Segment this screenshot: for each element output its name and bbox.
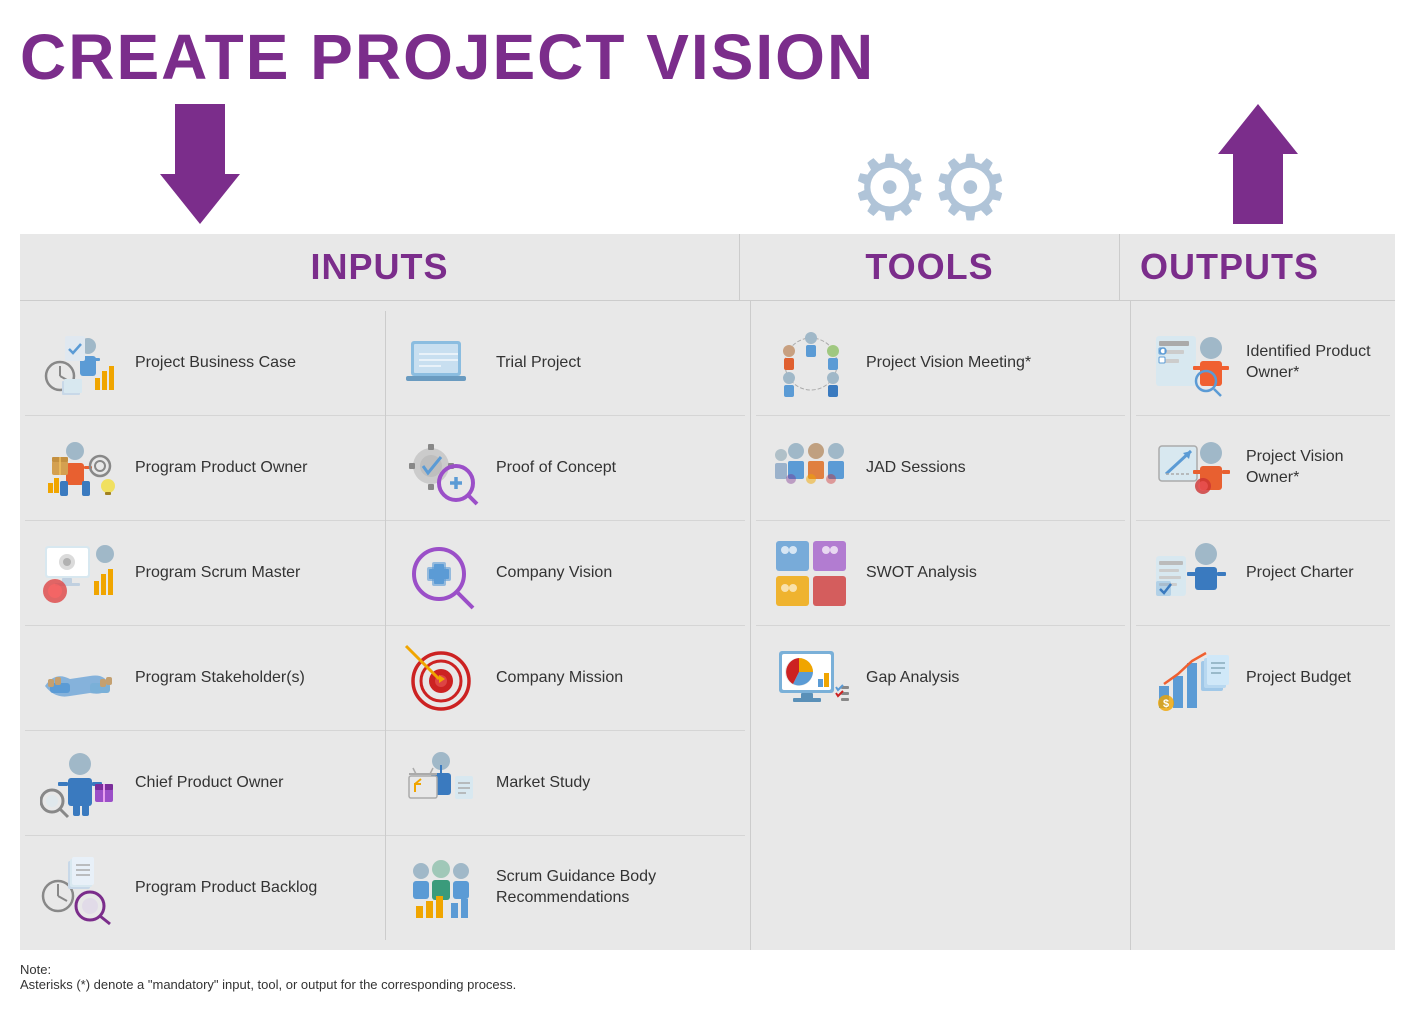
project-charter-label: Project Charter [1246,563,1354,584]
proof-of-concept-icon [396,428,486,508]
list-item: Proof of Concept [386,415,745,520]
project-vision-meeting-icon [766,323,856,403]
chief-product-owner-label: Chief Product Owner [135,773,284,794]
header-row: INPUTS TOOLS OUTPUTS [20,234,1395,300]
list-item: Trial Project [386,311,745,415]
trial-project-label: Trial Project [496,353,581,374]
project-vision-meeting-label: Project Vision Meeting* [866,353,1031,374]
list-item: Project Charter [1136,520,1390,625]
company-vision-label: Company Vision [496,563,612,584]
project-budget-label: Project Budget [1246,668,1351,689]
arrows-row: ⚙⚙ [20,104,1395,234]
outputs-header: OUTPUTS [1120,234,1339,300]
trial-project-icon [396,323,486,403]
company-mission-label: Company Mission [496,668,623,689]
market-study-icon [396,743,486,823]
inputs-left: Project Business Case [25,311,385,940]
page-title: CREATE PROJECT VISION [20,20,1395,94]
swot-analysis-label: SWOT Analysis [866,563,977,584]
company-mission-icon [396,638,486,718]
tools-column: Project Vision Meeting* [751,301,1131,950]
proof-of-concept-label: Proof of Concept [496,458,616,479]
project-charter-icon [1146,533,1236,613]
outputs-column: Identified Product Owner* [1131,301,1395,950]
scrum-guidance-label: Scrum Guidance BodyRecommendations [496,867,656,909]
chief-product-owner-icon [35,743,125,823]
list-item: JAD Sessions [756,415,1125,520]
list-item: Program Scrum Master [25,520,385,625]
content-area: Project Business Case [20,300,1395,950]
company-vision-icon [396,533,486,613]
project-budget-icon: $ [1146,638,1236,718]
program-product-backlog-label: Program Product Backlog [135,878,317,899]
inputs-right: Trial Project [385,311,745,940]
project-vision-owner-label: Project Vision Owner* [1246,447,1380,489]
swot-analysis-icon [766,533,856,613]
list-item: SWOT Analysis [756,520,1125,625]
note-section: Note: Asterisks (*) denote a "mandatory"… [20,962,1395,992]
list-item: Project Business Case [25,311,385,415]
project-business-case-icon [35,323,125,403]
program-product-backlog-icon [35,848,125,928]
list-item: Program Product Owner [25,415,385,520]
gap-analysis-icon [766,638,856,718]
jad-sessions-icon [766,428,856,508]
inputs-column: Project Business Case [20,301,751,950]
identified-product-owner-label: Identified Product Owner* [1246,342,1380,384]
list-item: Market Study [386,730,745,835]
list-item: Project Vision Owner* [1136,415,1390,520]
list-item: Gap Analysis [756,625,1125,730]
program-scrum-master-label: Program Scrum Master [135,563,300,584]
svg-text:$: $ [1163,698,1169,710]
program-product-owner-icon [35,428,125,508]
inputs-header: INPUTS [20,234,740,300]
program-product-owner-label: Program Product Owner [135,458,308,479]
list-item: Company Vision [386,520,745,625]
program-scrum-master-icon [35,533,125,613]
output-arrow-up [1218,104,1298,224]
tools-header: TOOLS [740,234,1120,300]
list-item: Chief Product Owner [25,730,385,835]
jad-sessions-label: JAD Sessions [866,458,966,479]
gears-icon: ⚙⚙ [849,144,1010,234]
input-arrow-down [160,104,240,224]
list-item: Company Mission [386,625,745,730]
list-item: Identified Product Owner* [1136,311,1390,415]
list-item: $ Project Budget [1136,625,1390,730]
program-stakeholders-label: Program Stakeholder(s) [135,668,305,689]
list-item: Program Product Backlog [25,835,385,940]
list-item: Program Stakeholder(s) [25,625,385,730]
list-item: Scrum Guidance BodyRecommendations [386,835,745,940]
identified-product-owner-icon [1146,323,1236,403]
market-study-label: Market Study [496,773,590,794]
gap-analysis-label: Gap Analysis [866,668,959,689]
scrum-guidance-icon [396,848,486,928]
project-vision-owner-icon [1146,428,1236,508]
program-stakeholders-icon [35,638,125,718]
project-business-case-label: Project Business Case [135,353,296,374]
list-item: Project Vision Meeting* [756,311,1125,415]
note-text: Note: Asterisks (*) denote a "mandatory"… [20,962,1395,992]
